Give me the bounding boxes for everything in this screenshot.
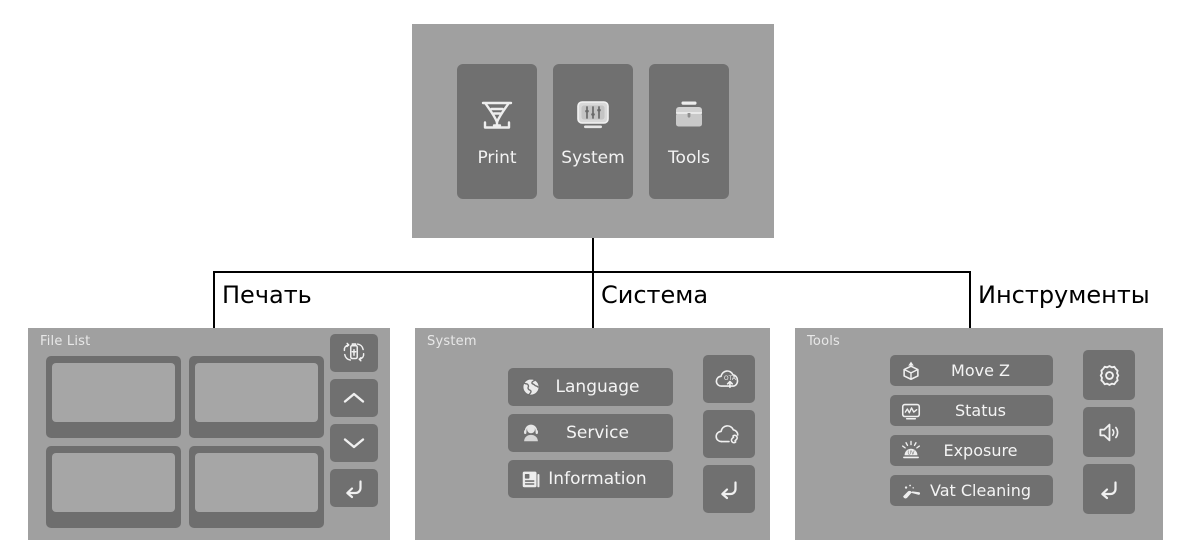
- status-button-label: Status: [955, 401, 1006, 420]
- svg-text:UV: UV: [908, 450, 916, 456]
- system-button-rail: OTA: [703, 355, 755, 513]
- information-button[interactable]: Information: [508, 460, 673, 498]
- file-card[interactable]: [189, 356, 324, 438]
- language-button[interactable]: Language: [508, 368, 673, 406]
- file-card[interactable]: [46, 356, 181, 438]
- back-button[interactable]: [330, 469, 378, 507]
- back-arrow-icon: [1095, 477, 1123, 501]
- ota-update-button[interactable]: OTA: [703, 355, 755, 403]
- spatula-clean-icon: [898, 478, 924, 504]
- back-arrow-icon: [340, 476, 368, 500]
- monitor-sliders-icon: [573, 94, 613, 134]
- back-button[interactable]: [703, 465, 755, 513]
- file-list-panel-title: File List: [40, 334, 91, 349]
- cloud-link-button[interactable]: [703, 410, 755, 458]
- uv-lamp-icon: UV: [898, 438, 924, 464]
- globe-icon: [518, 374, 544, 400]
- settings-button[interactable]: [1083, 350, 1135, 400]
- file-card[interactable]: [189, 446, 324, 528]
- vat-cleaning-button[interactable]: Vat Cleaning: [890, 475, 1053, 506]
- main-tile-label-print: Print: [477, 148, 517, 168]
- file-thumbnail: [195, 453, 318, 512]
- main-tile-print[interactable]: Print: [457, 63, 537, 199]
- exposure-button-label: Exposure: [943, 441, 1018, 460]
- cloud-ota-update-icon: OTA: [713, 367, 745, 392]
- connector-drop-system: [592, 271, 594, 328]
- file-list-button-rail: [330, 334, 378, 507]
- speaker-volume-icon: [1096, 420, 1123, 445]
- callout-label-tools: Инструменты: [978, 281, 1150, 309]
- main-tile-label-system: System: [561, 148, 625, 168]
- system-panel-title: System: [427, 334, 477, 349]
- main-tile-label-tools: Tools: [668, 148, 710, 168]
- service-button-label: Service: [566, 423, 629, 443]
- file-card[interactable]: [46, 446, 181, 528]
- move-z-button-label: Move Z: [951, 361, 1010, 380]
- file-thumbnail: [195, 363, 318, 422]
- chevron-up-icon: [340, 388, 368, 408]
- vat-cleaning-button-label: Vat Cleaning: [929, 481, 1031, 500]
- file-list-grid: [46, 356, 324, 528]
- tools-panel-title: Tools: [807, 334, 841, 349]
- headset-support-icon: [518, 420, 544, 446]
- main-tile-tools[interactable]: Tools: [649, 63, 729, 199]
- move-z-button[interactable]: Move Z: [890, 355, 1053, 386]
- connector-drop-tools: [969, 271, 971, 328]
- scroll-up-button[interactable]: [330, 379, 378, 417]
- information-button-label: Information: [548, 469, 647, 489]
- diagram-canvas: Print System Tools Печать Система Инстру…: [0, 0, 1190, 556]
- tools-menu-list: Move Z Status UV Exposure Vat Cleaning: [890, 355, 1053, 515]
- chevron-down-icon: [340, 433, 368, 453]
- back-arrow-icon: [715, 477, 743, 501]
- exposure-button[interactable]: UV Exposure: [890, 435, 1053, 466]
- cloud-link-icon: [713, 422, 745, 447]
- callout-label-system: Система: [601, 281, 709, 309]
- service-button[interactable]: Service: [508, 414, 673, 452]
- callout-label-print: Печать: [222, 281, 312, 309]
- vat-funnel-icon: [477, 94, 517, 134]
- scroll-down-button[interactable]: [330, 424, 378, 462]
- main-menu-panel: Print System Tools: [412, 24, 774, 238]
- status-button[interactable]: Status: [890, 395, 1053, 426]
- usb-switch-storage-icon: [340, 341, 368, 365]
- cube-move-z-icon: [898, 358, 924, 384]
- gear-icon: [1096, 362, 1123, 389]
- main-tile-system[interactable]: System: [553, 63, 633, 199]
- document-info-icon: [518, 466, 544, 492]
- file-thumbnail: [52, 453, 175, 512]
- monitor-waveform-icon: [898, 398, 924, 424]
- toolbox-icon: [669, 94, 709, 134]
- volume-button[interactable]: [1083, 407, 1135, 457]
- connector-drop-print: [213, 271, 215, 328]
- back-button[interactable]: [1083, 464, 1135, 514]
- connector-stem-vertical: [592, 238, 594, 272]
- language-button-label: Language: [555, 377, 640, 397]
- switch-storage-button[interactable]: [330, 334, 378, 372]
- main-menu-tiles: Print System Tools: [412, 24, 774, 238]
- tools-button-rail: [1083, 350, 1135, 514]
- file-thumbnail: [52, 363, 175, 422]
- system-menu-list: Language Service Information: [508, 368, 673, 506]
